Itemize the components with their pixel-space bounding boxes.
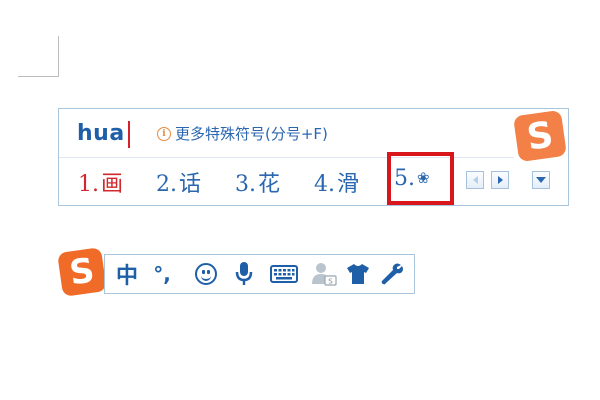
- special-symbols-hint[interactable]: i 更多特殊符号(分号+F): [157, 123, 328, 144]
- user-icon: S: [312, 263, 337, 286]
- chevron-left-icon: [472, 176, 478, 184]
- chevron-right-icon: [497, 176, 503, 184]
- tshirt-icon: [347, 264, 369, 284]
- highlight-box: [387, 152, 454, 205]
- voice-input-button[interactable]: [229, 255, 259, 293]
- prev-page-button[interactable]: [466, 171, 484, 189]
- candidate-number: 2.: [156, 172, 177, 197]
- candidate-2[interactable]: 2.话: [156, 166, 201, 198]
- smiley-icon: [195, 263, 217, 285]
- next-page-button[interactable]: [491, 171, 509, 189]
- skin-button[interactable]: [343, 255, 373, 293]
- candidate-window: hua i 更多特殊符号(分号+F) 1.画 2.话 3.花 4.滑 5. ❀: [58, 108, 569, 206]
- candidate-3[interactable]: 3.花: [235, 166, 280, 198]
- hint-text: 更多特殊符号(分号+F): [175, 125, 328, 143]
- candidate-1[interactable]: 1.画: [78, 166, 123, 198]
- logo-letter: S: [67, 250, 97, 294]
- pinyin-input[interactable]: hua: [77, 121, 125, 146]
- language-toggle-button[interactable]: 中: [113, 255, 141, 293]
- page-corner-mark: [18, 76, 59, 77]
- emoji-button[interactable]: [191, 255, 221, 293]
- page-corner-mark: [58, 36, 59, 76]
- candidate-number: 3.: [235, 172, 256, 197]
- svg-text:S: S: [328, 278, 333, 286]
- candidate-text: 话: [179, 172, 202, 197]
- keyboard-icon: [270, 265, 298, 283]
- info-icon: i: [157, 126, 171, 141]
- punctuation-toggle-button[interactable]: °,: [147, 255, 177, 293]
- sogou-logo-icon[interactable]: S: [57, 247, 107, 297]
- user-account-button[interactable]: S: [309, 255, 339, 293]
- ime-status-toolbar: 中 °, S: [104, 254, 415, 294]
- candidate-text: 花: [258, 172, 281, 197]
- expand-candidates-button[interactable]: [532, 171, 550, 189]
- wrench-icon: [381, 263, 403, 285]
- logo-letter: S: [524, 113, 556, 159]
- candidate-number: 4.: [314, 172, 335, 197]
- chevron-down-icon: [536, 177, 546, 183]
- sogou-logo-icon: S: [513, 109, 567, 163]
- settings-button[interactable]: [377, 255, 407, 293]
- composition-row: hua i 更多特殊符号(分号+F): [59, 109, 568, 157]
- candidate-number: 1.: [78, 172, 99, 197]
- candidate-4[interactable]: 4.滑: [314, 166, 359, 198]
- candidate-text: 画: [101, 172, 124, 197]
- microphone-icon: [235, 262, 253, 285]
- candidate-text: 滑: [337, 172, 360, 197]
- text-caret: [128, 121, 130, 148]
- soft-keyboard-button[interactable]: [267, 255, 301, 293]
